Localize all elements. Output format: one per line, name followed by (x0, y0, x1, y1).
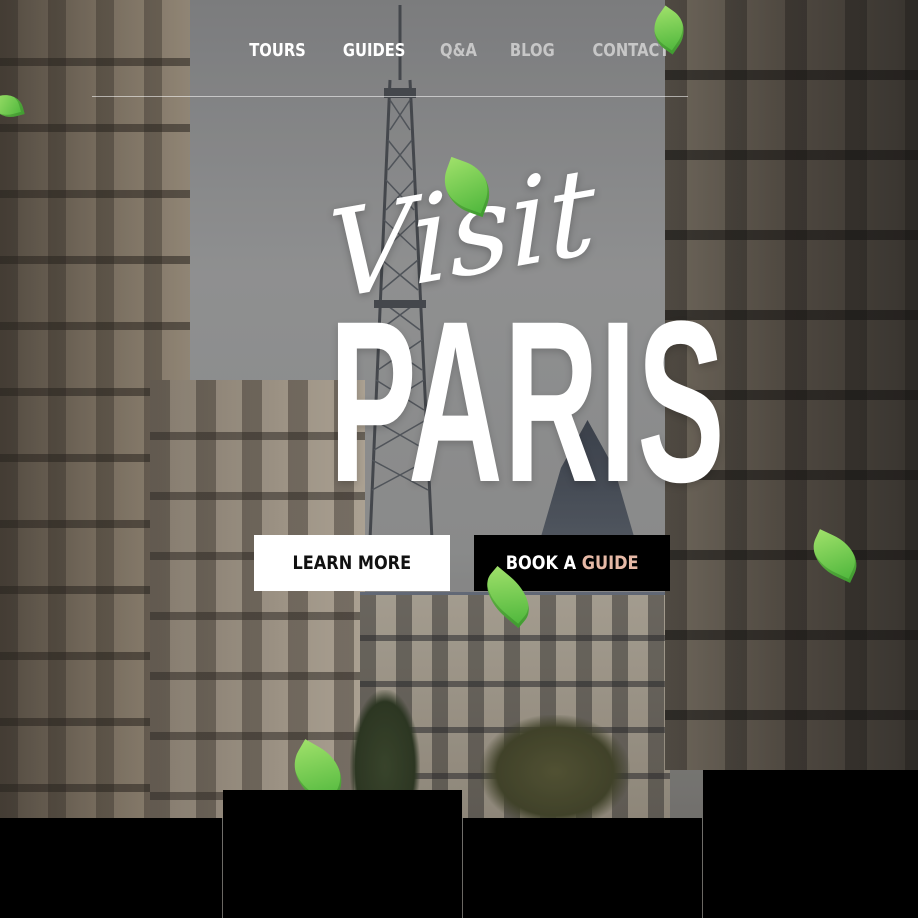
hero-main-title: PARIS (329, 273, 726, 530)
footer-panel (463, 818, 702, 918)
top-navigation: TOURS GUIDES Q&A BLOG CONTACT (249, 30, 669, 70)
nav-link-tours[interactable]: TOURS (249, 40, 306, 61)
book-accent: GUIDE (581, 552, 639, 574)
nav-divider (92, 96, 688, 97)
learn-more-label: LEARN MORE (292, 552, 412, 574)
footer-panel (0, 818, 222, 918)
nav-link-guides[interactable]: GUIDES (343, 40, 406, 61)
footer-panel (223, 790, 462, 918)
book-a-guide-label: BOOK A GUIDE (506, 552, 639, 574)
footer-panel (703, 770, 918, 918)
learn-more-button[interactable]: LEARN MORE (254, 535, 450, 591)
book-prefix: BOOK A (505, 552, 576, 574)
nav-link-qa[interactable]: Q&A (440, 40, 477, 61)
nav-link-blog[interactable]: BLOG (510, 40, 555, 61)
